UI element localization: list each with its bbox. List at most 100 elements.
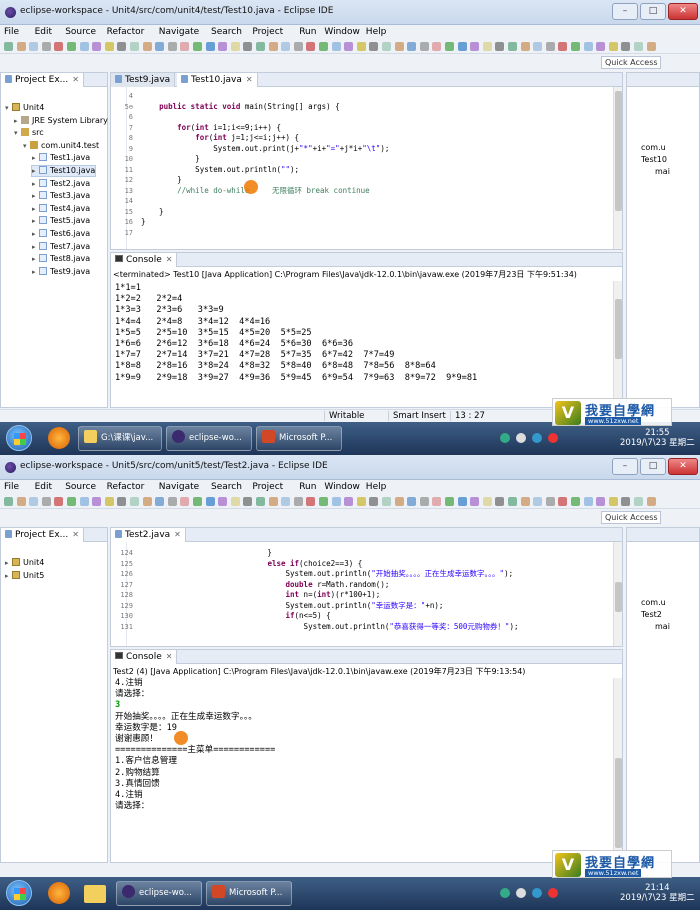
firefox-icon[interactable] xyxy=(48,427,70,449)
toolbar-tool-icon[interactable] xyxy=(508,42,517,51)
toolbar-tool-icon[interactable] xyxy=(545,497,555,506)
menu-refactor[interactable]: Refactor xyxy=(107,27,145,37)
expand-arrow-icon[interactable]: ▸ xyxy=(32,204,39,214)
start-button[interactable] xyxy=(6,425,32,451)
tree-item[interactable]: ▸ Test3.java xyxy=(32,191,90,201)
menu-source[interactable]: Source xyxy=(65,482,96,492)
toolbar-tool-icon[interactable] xyxy=(558,42,568,51)
toolbar-tool-icon[interactable] xyxy=(558,497,568,506)
toolbar-tool-icon[interactable] xyxy=(596,42,606,51)
toolbar-tool-icon[interactable] xyxy=(482,42,492,51)
toolbar-tool-icon[interactable] xyxy=(533,497,543,506)
quick-access-input[interactable]: Quick Access xyxy=(601,511,661,524)
expand-arrow-icon[interactable]: ▸ xyxy=(32,179,39,189)
tree-item[interactable]: ▸ Test5.java xyxy=(32,216,90,226)
tab-project-explorer[interactable]: Project Ex... ✕ xyxy=(1,528,84,542)
tray-icon[interactable] xyxy=(548,433,558,443)
toolbar-tool-icon[interactable] xyxy=(382,42,391,51)
tree-item[interactable]: ▸ JRE System Library xyxy=(14,115,108,126)
tree-item[interactable]: ▾ com.unit4.test xyxy=(23,140,99,151)
menu-project[interactable]: Project xyxy=(252,27,283,37)
close-icon[interactable]: ✕ xyxy=(174,530,181,539)
tree-item[interactable]: ▾ Unit4 xyxy=(5,103,44,113)
expand-arrow-icon[interactable]: ▸ xyxy=(14,116,21,126)
tree-item[interactable]: ▸ Unit4 xyxy=(5,558,44,568)
toolbar-tool-icon[interactable] xyxy=(29,42,39,51)
close-button[interactable]: ✕ xyxy=(668,3,698,20)
quick-access-input[interactable]: Quick Access xyxy=(601,56,661,69)
toolbar-tool-icon[interactable] xyxy=(571,42,580,51)
taskbar-powerpoint[interactable]: Microsoft P... xyxy=(206,881,292,906)
toolbar-tool-icon[interactable] xyxy=(634,497,643,506)
toolbar-tool-icon[interactable] xyxy=(16,42,26,51)
tray-icon[interactable] xyxy=(532,433,542,443)
expand-arrow-icon[interactable]: ▾ xyxy=(5,103,12,113)
tray-icon[interactable] xyxy=(500,433,510,443)
toolbar-tool-icon[interactable] xyxy=(230,497,240,506)
expand-arrow-icon[interactable]: ▸ xyxy=(32,191,39,201)
toolbar-tool-icon[interactable] xyxy=(520,497,530,506)
tray-icon[interactable] xyxy=(516,888,526,898)
expand-arrow-icon[interactable]: ▸ xyxy=(32,254,39,264)
toolbar-tool-icon[interactable] xyxy=(4,497,13,506)
toolbar-tool-icon[interactable] xyxy=(646,42,656,51)
menu-run[interactable]: Run xyxy=(299,27,316,37)
toolbar-tool-icon[interactable] xyxy=(205,42,215,51)
outline-method[interactable]: mai xyxy=(655,622,670,631)
expand-arrow-icon[interactable]: ▸ xyxy=(5,558,12,568)
toolbar-tool-icon[interactable] xyxy=(281,42,291,51)
minimize-button[interactable]: – xyxy=(612,458,638,475)
toolbar-tool-icon[interactable] xyxy=(407,497,417,506)
menu-edit[interactable]: Edit xyxy=(35,482,52,492)
tab-console[interactable]: Console ✕ xyxy=(111,253,178,267)
menu-edit[interactable]: Edit xyxy=(35,27,52,37)
toolbar-tool-icon[interactable] xyxy=(167,497,177,506)
toolbar-tool-icon[interactable] xyxy=(193,497,202,506)
toolbar-tool-icon[interactable] xyxy=(293,42,303,51)
toolbar-tool-icon[interactable] xyxy=(67,497,76,506)
toolbar-tool-icon[interactable] xyxy=(155,497,165,506)
tree-item[interactable]: ▸ Test8.java xyxy=(32,254,90,264)
close-icon[interactable]: ✕ xyxy=(166,255,173,264)
tree-item[interactable]: ▸ Test4.java xyxy=(32,203,90,214)
close-button[interactable]: ✕ xyxy=(668,458,698,475)
outline-class[interactable]: Test10 xyxy=(641,155,667,164)
toolbar-tool-icon[interactable] xyxy=(4,42,13,51)
toolbar-tool-icon[interactable] xyxy=(419,42,429,51)
toolbar-tool-icon[interactable] xyxy=(16,497,26,506)
toolbar-tool-icon[interactable] xyxy=(495,497,505,506)
toolbar-tool-icon[interactable] xyxy=(495,42,505,51)
tab-project-explorer[interactable]: Project Ex... ✕ xyxy=(1,73,84,87)
outline-method[interactable]: mai xyxy=(655,167,670,176)
toolbar-tool-icon[interactable] xyxy=(104,42,114,51)
outline-package[interactable]: com.u xyxy=(641,143,666,152)
toolbar-tool-icon[interactable] xyxy=(344,497,354,506)
toolbar-tool-icon[interactable] xyxy=(634,42,643,51)
toolbar-tool-icon[interactable] xyxy=(608,42,618,51)
close-icon[interactable]: ✕ xyxy=(246,75,253,84)
toolbar-tool-icon[interactable] xyxy=(407,42,417,51)
toolbar-tool-icon[interactable] xyxy=(445,497,454,506)
toolbar-tool-icon[interactable] xyxy=(92,42,102,51)
toolbar-tool-icon[interactable] xyxy=(230,42,240,51)
tab-test10-java[interactable]: Test10.java ✕ xyxy=(177,73,258,87)
menu-help[interactable]: Help xyxy=(366,482,387,492)
toolbar-tool-icon[interactable] xyxy=(419,497,429,506)
menu-file[interactable]: File xyxy=(4,482,19,492)
expand-arrow-icon[interactable]: ▸ xyxy=(32,166,39,176)
menu-navigate[interactable]: Navigate xyxy=(159,27,199,37)
menu-search[interactable]: Search xyxy=(211,482,242,492)
close-icon[interactable]: ✕ xyxy=(72,530,79,539)
toolbar-tool-icon[interactable] xyxy=(268,497,278,506)
toolbar-tool-icon[interactable] xyxy=(533,42,543,51)
toolbar-tool-icon[interactable] xyxy=(54,42,64,51)
menu-refactor[interactable]: Refactor xyxy=(107,482,145,492)
toolbar-tool-icon[interactable] xyxy=(583,42,593,51)
menu-window[interactable]: Window xyxy=(324,27,360,37)
toolbar-tool-icon[interactable] xyxy=(457,42,467,51)
toolbar-tool-icon[interactable] xyxy=(646,497,656,506)
tab-test9-java[interactable]: Test9.java xyxy=(111,73,176,87)
toolbar-tool-icon[interactable] xyxy=(167,42,177,51)
toolbar-tool-icon[interactable] xyxy=(369,42,379,51)
toolbar-tool-icon[interactable] xyxy=(104,497,114,506)
